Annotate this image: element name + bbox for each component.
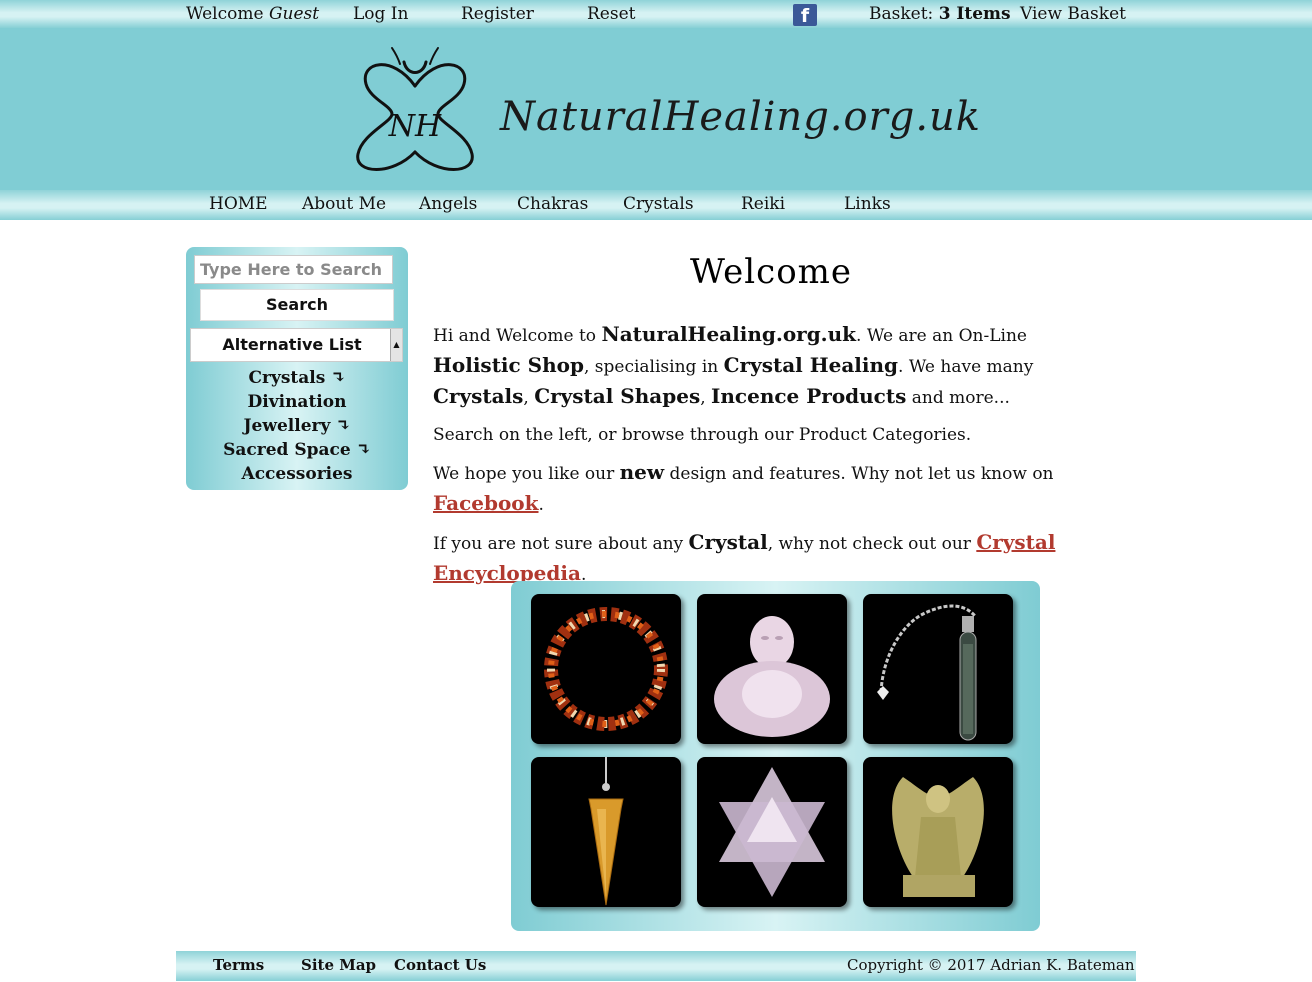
basket-label: Basket: <box>869 4 939 24</box>
basket-summary: Basket: 3 Items <box>869 4 1011 24</box>
footer-terms-link[interactable]: Terms <box>213 956 264 974</box>
category-crystals[interactable]: Crystals ↴ <box>186 366 408 390</box>
quartz-buddha-image[interactable] <box>697 594 847 744</box>
category-list: Crystals ↴ Divination Jewellery ↴ Sacred… <box>186 366 408 486</box>
category-jewellery[interactable]: Jewellery ↴ <box>186 414 408 438</box>
select-arrow-icon[interactable]: ▲ <box>390 329 402 361</box>
category-label: Crystals <box>248 368 326 388</box>
welcome-heading: Welcome <box>690 252 853 292</box>
welcome-prefix: Welcome <box>186 4 269 24</box>
welcome-text: Welcome Guest <box>186 4 319 24</box>
svg-text:NH: NH <box>388 109 442 144</box>
pendulum-vial-image[interactable] <box>863 594 1013 744</box>
site-header: NH NaturalHealing.org.uk <box>0 28 1312 190</box>
nav-about-me[interactable]: About Me <box>302 194 386 214</box>
basket-count: 3 Items <box>938 4 1011 24</box>
category-sacred-space[interactable]: Sacred Space ↴ <box>186 438 408 462</box>
category-divination[interactable]: Divination <box>186 390 408 414</box>
category-label: Divination <box>247 392 347 412</box>
nav-links[interactable]: Links <box>844 194 891 214</box>
nav-crystals[interactable]: Crystals <box>623 194 694 214</box>
intro-paragraph: Hi and Welcome to NaturalHealing.org.uk.… <box>433 322 1034 408</box>
footer-sitemap-link[interactable]: Site Map <box>301 956 376 974</box>
reset-link[interactable]: Reset <box>587 4 635 24</box>
category-label: Jewellery <box>243 416 331 436</box>
logo-icon[interactable]: NH <box>352 44 478 178</box>
expand-arrow-icon[interactable]: ↴ <box>357 440 371 460</box>
category-accessories[interactable]: Accessories <box>186 462 408 486</box>
nav-home[interactable]: HOME <box>209 194 268 214</box>
expand-arrow-icon[interactable]: ↴ <box>331 368 345 388</box>
angel-figurine-image[interactable] <box>863 757 1013 907</box>
site-footer: Terms Site Map Contact Us Copyright © 20… <box>176 951 1136 981</box>
nav-chakras[interactable]: Chakras <box>517 194 588 214</box>
login-link[interactable]: Log In <box>353 4 408 24</box>
footer-contact-link[interactable]: Contact Us <box>394 956 486 974</box>
category-label: Accessories <box>241 464 353 484</box>
register-link[interactable]: Register <box>461 4 534 24</box>
select-value: Alternative List <box>222 335 362 354</box>
product-grid <box>511 581 1040 931</box>
facebook-link[interactable]: Facebook <box>433 491 539 515</box>
facebook-icon[interactable]: f <box>793 4 817 27</box>
nav-reiki[interactable]: Reiki <box>741 194 785 214</box>
main-content: Hi and Welcome to NaturalHealing.org.uk.… <box>433 320 1103 598</box>
logo-text[interactable]: NaturalHealing.org.uk <box>500 94 981 140</box>
search-input[interactable] <box>194 255 393 284</box>
nav-angels[interactable]: Angels <box>419 194 477 214</box>
browse-paragraph: Search on the left, or browse through ou… <box>433 425 972 445</box>
alternative-list-select[interactable]: Alternative List ▲ <box>190 328 403 362</box>
copyright-text: Copyright © 2017 Adrian K. Bateman <box>847 956 1135 974</box>
category-label: Sacred Space <box>223 440 351 460</box>
chip-bracelet-image[interactable] <box>531 594 681 744</box>
amber-pendulum-image[interactable] <box>531 757 681 907</box>
feedback-paragraph: We hope you like our new design and feat… <box>433 460 1054 515</box>
sidebar: Search Alternative List ▲ Crystals ↴ Div… <box>186 247 408 490</box>
main-nav: HOME About Me Angels Chakras Crystals Re… <box>0 190 1312 220</box>
merkaba-star-image[interactable] <box>697 757 847 907</box>
top-bar: Welcome Guest Log In Register Reset f Ba… <box>0 0 1312 28</box>
expand-arrow-icon[interactable]: ↴ <box>336 416 350 436</box>
search-button[interactable]: Search <box>200 289 394 321</box>
view-basket-link[interactable]: View Basket <box>1020 4 1126 24</box>
welcome-user: Guest <box>268 4 320 24</box>
